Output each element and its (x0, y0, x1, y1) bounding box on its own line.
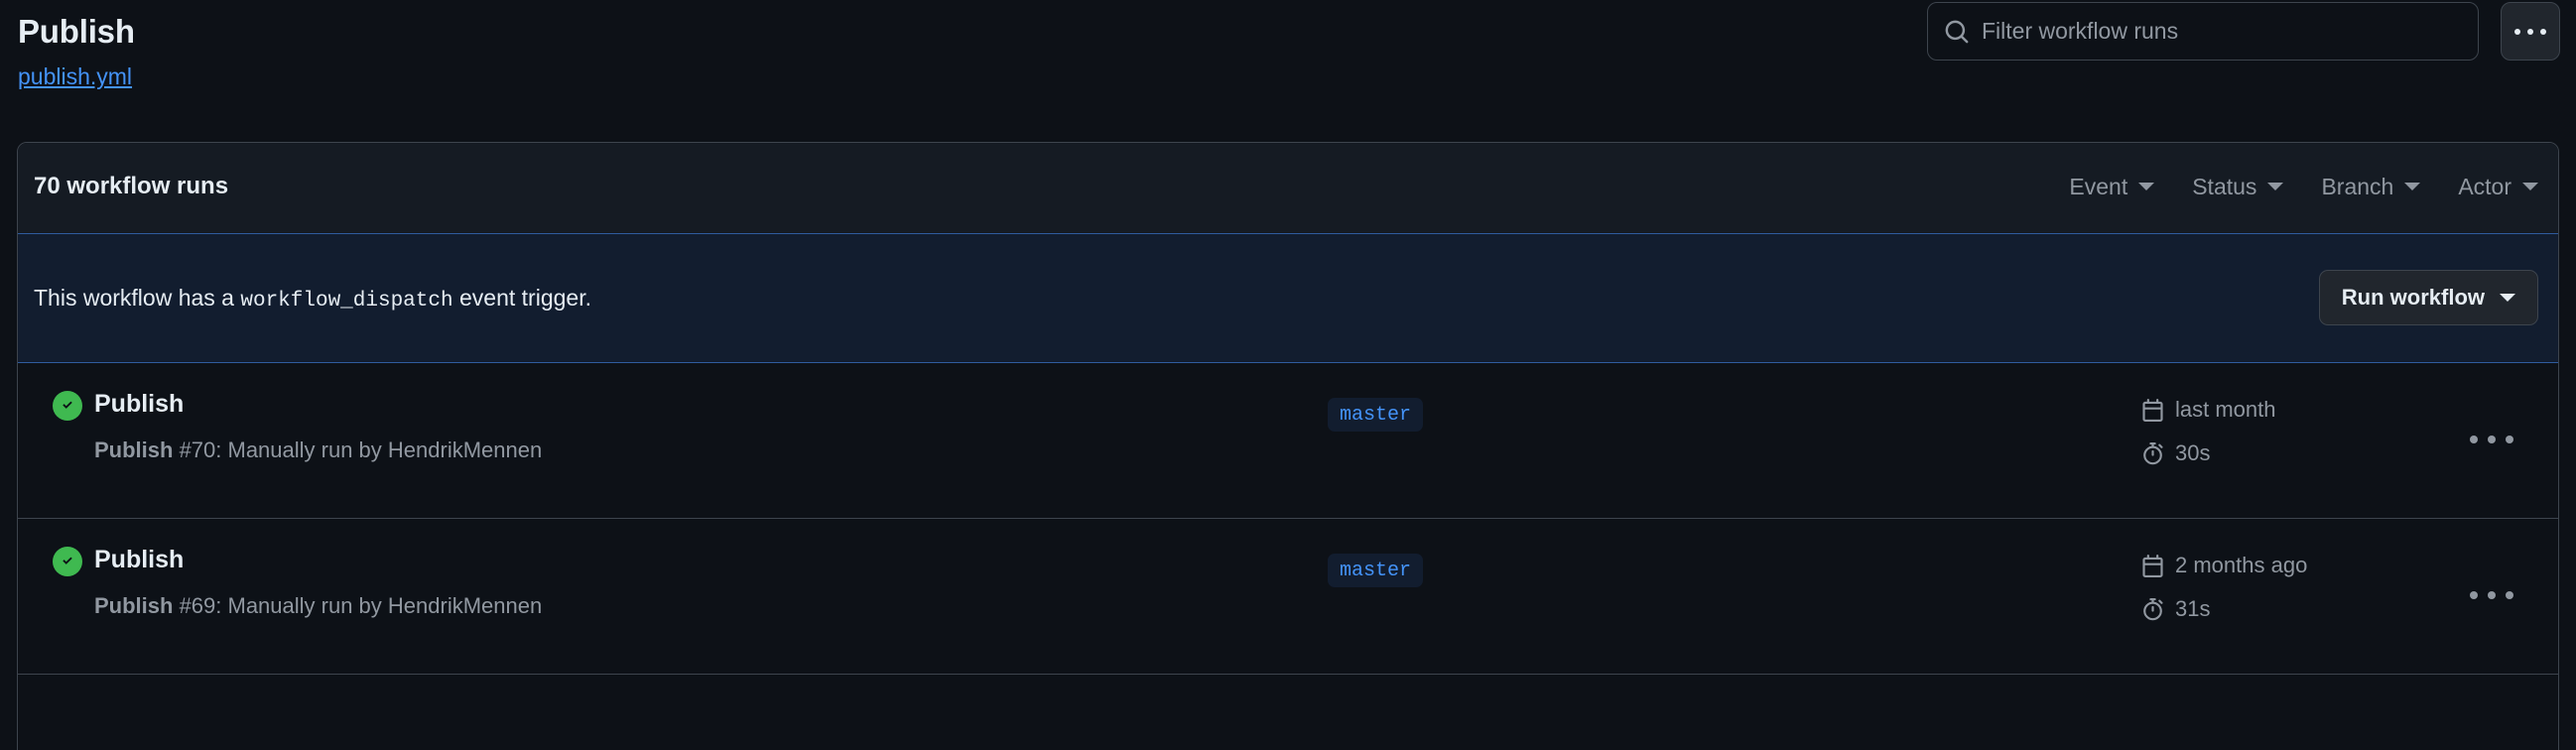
search-icon (1944, 19, 1970, 45)
calendar-icon (2141, 398, 2164, 422)
stopwatch-icon (2141, 441, 2164, 465)
kebab-horizontal-icon (2470, 436, 2513, 443)
run-meta: last month 30s (2141, 392, 2459, 479)
run-workflow-label: Run workflow (2341, 285, 2485, 310)
filter-group: Event Status Branch Actor (2069, 169, 2538, 204)
run-duration-label: 30s (2175, 440, 2211, 465)
run-date-label: last month (2175, 397, 2276, 422)
run-title-link[interactable]: Publish (94, 386, 184, 422)
filter-branch[interactable]: Branch (2321, 169, 2421, 204)
header-more-options-button[interactable] (2501, 2, 2560, 61)
filter-event[interactable]: Event (2069, 169, 2155, 204)
chevron-down-icon (2267, 183, 2284, 190)
page-header: Publish publish.yml (0, 0, 2576, 117)
workflow-runs-count: 70 workflow runs (34, 173, 229, 199)
table-row[interactable]: Publish Publish #69: Manually run by Hen… (18, 519, 2558, 675)
workflow-runs-panel: 70 workflow runs Event Status Branch Act… (17, 142, 2559, 750)
dispatch-text-before: This workflow has a (34, 285, 241, 311)
branch-badge[interactable]: master (1328, 554, 1424, 587)
filter-event-label: Event (2069, 174, 2128, 199)
stopwatch-icon (2141, 597, 2164, 621)
filter-actor[interactable]: Actor (2458, 169, 2538, 204)
kebab-horizontal-icon (2514, 28, 2546, 35)
run-duration: 31s (2141, 591, 2459, 627)
kebab-horizontal-icon (2470, 591, 2513, 599)
workflow-file-link[interactable]: publish.yml (18, 62, 132, 91)
run-subtitle-workflow: Publish (94, 438, 174, 462)
table-row[interactable] (18, 675, 2558, 750)
run-subtitle-workflow: Publish (94, 593, 174, 618)
run-duration: 30s (2141, 436, 2459, 471)
runs-toolbar: 70 workflow runs Event Status Branch Act… (18, 143, 2558, 234)
run-title-link[interactable]: Publish (94, 542, 184, 577)
search-input[interactable] (1982, 3, 2468, 60)
run-more-options-button[interactable] (2467, 580, 2516, 610)
filter-status[interactable]: Status (2192, 169, 2284, 204)
run-subtitle: Publish #70: Manually run by HendrikMenn… (94, 435, 542, 466)
run-date-label: 2 months ago (2175, 553, 2308, 577)
dispatch-event-code: workflow_dispatch (240, 290, 453, 312)
calendar-icon (2141, 554, 2164, 577)
run-meta: 2 months ago 31s (2141, 548, 2459, 635)
run-subtitle-detail: #70: Manually run by HendrikMennen (173, 438, 543, 462)
run-workflow-button[interactable]: Run workflow (2318, 270, 2538, 325)
chevron-down-icon (2138, 183, 2155, 190)
chevron-down-icon (2500, 294, 2515, 302)
dispatch-banner-text: This workflow has a workflow_dispatch ev… (34, 281, 591, 318)
run-subtitle-detail: #69: Manually run by HendrikMennen (173, 593, 543, 618)
check-circle-fill-icon (53, 391, 82, 421)
branch-badge[interactable]: master (1328, 398, 1424, 432)
table-row[interactable]: Publish Publish #70: Manually run by Hen… (18, 363, 2558, 519)
filter-workflow-runs-field[interactable] (1927, 2, 2479, 61)
workflow-dispatch-banner: This workflow has a workflow_dispatch ev… (18, 233, 2558, 363)
page-title: Publish (18, 13, 135, 50)
dispatch-text-after: event trigger. (452, 285, 591, 311)
chevron-down-icon (2522, 183, 2538, 190)
filter-branch-label: Branch (2321, 174, 2394, 199)
filter-actor-label: Actor (2458, 174, 2512, 199)
workflow-runs-page: Publish publish.yml 70 workflow runs Eve… (0, 0, 2576, 750)
run-subtitle: Publish #69: Manually run by HendrikMenn… (94, 590, 542, 622)
chevron-down-icon (2404, 183, 2421, 190)
run-date: last month (2141, 392, 2459, 428)
run-duration-label: 31s (2175, 596, 2211, 621)
filter-status-label: Status (2192, 174, 2257, 199)
run-date: 2 months ago (2141, 548, 2459, 583)
check-circle-fill-icon (53, 547, 82, 576)
run-more-options-button[interactable] (2467, 425, 2516, 454)
